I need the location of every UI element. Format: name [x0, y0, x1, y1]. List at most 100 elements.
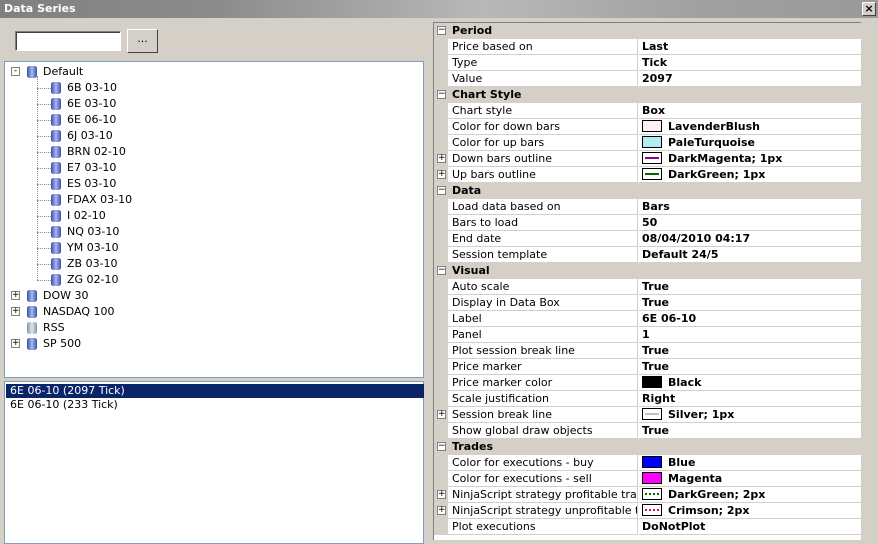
property-value[interactable]: LavenderBlush	[639, 119, 862, 135]
collapse-toggle[interactable]: -	[11, 67, 20, 76]
property-row[interactable]: Value 2097	[434, 71, 862, 87]
property-value[interactable]: True	[639, 279, 862, 295]
property-row[interactable]: Session template Default 24/5	[434, 247, 862, 263]
property-grid[interactable]: − Period Price based on Last Type Tick Value 20…	[433, 22, 862, 540]
property-value[interactable]: 50	[639, 215, 862, 231]
tree-child-label[interactable]: YM 03-10	[67, 240, 119, 256]
expand-toggle[interactable]: +	[437, 506, 446, 515]
collapse-toggle[interactable]: −	[437, 90, 446, 99]
property-row[interactable]: Show global draw objects True	[434, 423, 862, 439]
property-row[interactable]: Load data based on Bars	[434, 199, 862, 215]
property-value[interactable]: 08/04/2010 04:17	[639, 231, 862, 247]
property-value[interactable]: True	[639, 295, 862, 311]
property-row[interactable]: Price based on Last	[434, 39, 862, 55]
expand-toggle[interactable]: +	[11, 291, 20, 300]
property-value[interactable]: Blue	[639, 455, 862, 471]
property-row[interactable]: +NinjaScript strategy profitable trade l…	[434, 487, 862, 503]
property-row[interactable]: Type Tick	[434, 55, 862, 71]
property-row[interactable]: Color for up bars PaleTurquoise	[434, 135, 862, 151]
property-value[interactable]: Black	[639, 375, 862, 391]
expand-toggle[interactable]: +	[437, 154, 446, 163]
instrument-tree[interactable]: - Default 6B 03-10 6E 03-10 6E 06-10 6J 03-10…	[4, 61, 424, 378]
category-visual[interactable]: − Visual	[434, 263, 862, 279]
property-row[interactable]: Color for down bars LavenderBlush	[434, 119, 862, 135]
property-value[interactable]: Magenta	[639, 471, 862, 487]
expand-toggle[interactable]: +	[437, 490, 446, 499]
property-value[interactable]: Bars	[639, 199, 862, 215]
tree-node-label[interactable]: Default	[43, 64, 83, 80]
property-row[interactable]: Label 6E 06-10	[434, 311, 862, 327]
category-data[interactable]: − Data	[434, 183, 862, 199]
data-series-item[interactable]: 6E 06-10 (233 Tick)	[6, 398, 424, 412]
tree-child-label[interactable]: ES 03-10	[67, 176, 116, 192]
property-row[interactable]: Panel 1	[434, 327, 862, 343]
tree-child-label[interactable]: ZG 02-10	[67, 272, 119, 288]
property-row[interactable]: Plot executions DoNotPlot	[434, 519, 862, 535]
property-row[interactable]: Plot session break line True	[434, 343, 862, 359]
property-row[interactable]: Display in Data Box True	[434, 295, 862, 311]
tree-child-label[interactable]: 6E 06-10	[67, 112, 116, 128]
tree-child-label[interactable]: 6J 03-10	[67, 128, 113, 144]
property-row[interactable]: Price marker color Black	[434, 375, 862, 391]
tree-child-label[interactable]: ZB 03-10	[67, 256, 118, 272]
property-row[interactable]: +NinjaScript strategy unprofitable trade…	[434, 503, 862, 519]
property-row[interactable]: Chart style Box	[434, 103, 862, 119]
property-value[interactable]: Crimson; 2px	[639, 503, 862, 519]
expand-toggle[interactable]: +	[437, 410, 446, 419]
property-row[interactable]: Bars to load 50	[434, 215, 862, 231]
property-value[interactable]: DarkGreen; 2px	[639, 487, 862, 503]
tree-child-label[interactable]: 6E 03-10	[67, 96, 116, 112]
property-value[interactable]: Tick	[639, 55, 862, 71]
expand-toggle[interactable]: +	[11, 307, 20, 316]
collapse-toggle[interactable]: −	[437, 442, 446, 451]
property-value[interactable]: Box	[639, 103, 862, 119]
tree-child-label[interactable]: E7 03-10	[67, 160, 116, 176]
data-series-item[interactable]: 6E 06-10 (2097 Tick)	[6, 384, 424, 398]
tree-node-label[interactable]: RSS	[43, 320, 65, 336]
expand-toggle[interactable]: +	[437, 170, 446, 179]
property-value[interactable]: 2097	[639, 71, 862, 87]
collapse-toggle[interactable]: −	[437, 26, 446, 35]
category-period[interactable]: − Period	[434, 23, 862, 39]
property-value[interactable]: DoNotPlot	[639, 519, 862, 535]
property-row[interactable]: End date 08/04/2010 04:17	[434, 231, 862, 247]
close-button[interactable]: ×	[862, 2, 876, 16]
property-value[interactable]: 6E 06-10	[639, 311, 862, 327]
property-value[interactable]: Silver; 1px	[639, 407, 862, 423]
tree-node-label[interactable]: DOW 30	[43, 288, 89, 304]
property-row[interactable]: + Up bars outline DarkGreen; 1px	[434, 167, 862, 183]
data-series-list[interactable]: 6E 06-10 (2097 Tick) 6E 06-10 (233 Tick)	[4, 381, 424, 544]
tree-child-label[interactable]: I 02-10	[67, 208, 106, 224]
property-value[interactable]: Last	[639, 39, 862, 55]
category-trades[interactable]: − Trades	[434, 439, 862, 455]
category-chart-style[interactable]: − Chart Style	[434, 87, 862, 103]
property-row[interactable]: + Down bars outline DarkMagenta; 1px	[434, 151, 862, 167]
property-row[interactable]: Price marker True	[434, 359, 862, 375]
property-value[interactable]: PaleTurquoise	[639, 135, 862, 151]
instrument-browse-button[interactable]: ...	[127, 29, 158, 53]
property-row[interactable]: Color for executions - sell Magenta	[434, 471, 862, 487]
property-value[interactable]: True	[639, 359, 862, 375]
collapse-toggle[interactable]: −	[437, 266, 446, 275]
property-value[interactable]: True	[639, 343, 862, 359]
property-value[interactable]: DarkMagenta; 1px	[639, 151, 862, 167]
property-value[interactable]: True	[639, 423, 862, 439]
property-row[interactable]: + Session break line Silver; 1px	[434, 407, 862, 423]
property-value[interactable]: DarkGreen; 1px	[639, 167, 862, 183]
tree-child-label[interactable]: BRN 02-10	[67, 144, 126, 160]
property-value[interactable]: 1	[639, 327, 862, 343]
tree-child-label[interactable]: 6B 03-10	[67, 80, 117, 96]
instrument-search-input[interactable]	[15, 31, 121, 51]
expand-toggle[interactable]: +	[11, 339, 20, 348]
property-row[interactable]: Color for executions - buy Blue	[434, 455, 862, 471]
tree-node-label[interactable]: NASDAQ 100	[43, 304, 115, 320]
tree-child-label[interactable]: NQ 03-10	[67, 224, 119, 240]
tree-child-label[interactable]: FDAX 03-10	[67, 192, 132, 208]
tree-node-label[interactable]: SP 500	[43, 336, 81, 352]
collapse-toggle[interactable]: −	[437, 186, 446, 195]
property-value[interactable]: Default 24/5	[639, 247, 862, 263]
property-row[interactable]: Auto scale True	[434, 279, 862, 295]
panel-splitter[interactable]	[426, 18, 432, 544]
property-value[interactable]: Right	[639, 391, 862, 407]
property-row[interactable]: Scale justification Right	[434, 391, 862, 407]
